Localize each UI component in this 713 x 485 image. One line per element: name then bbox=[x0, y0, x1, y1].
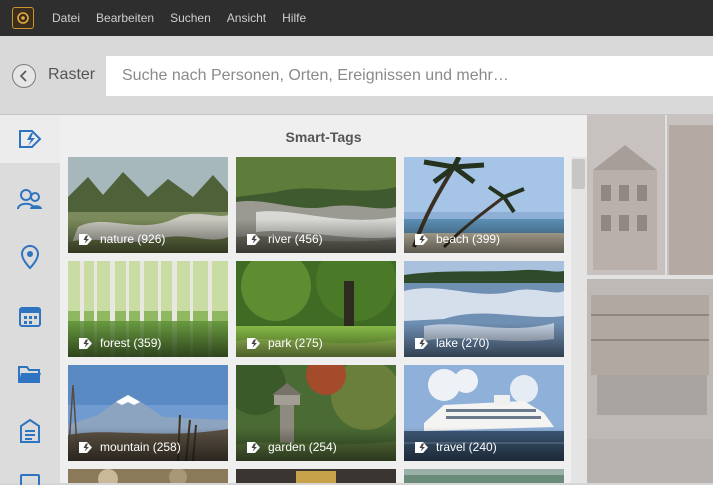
folders-icon[interactable] bbox=[16, 360, 44, 388]
tag-label-park: park (275) bbox=[268, 336, 323, 350]
view-label[interactable]: Raster bbox=[48, 66, 95, 84]
tag-icon bbox=[414, 337, 429, 350]
tag-tile-partial-3[interactable] bbox=[404, 469, 564, 483]
tag-tile-river[interactable]: river (456) bbox=[236, 157, 396, 253]
tag-icon bbox=[246, 337, 261, 350]
tag-icon bbox=[78, 337, 93, 350]
tag-label-lake: lake (270) bbox=[436, 336, 490, 350]
albums-icon[interactable] bbox=[16, 417, 44, 445]
panel-scrollbar[interactable] bbox=[571, 157, 587, 483]
menu-datei[interactable]: Datei bbox=[44, 0, 88, 36]
tag-label-garden: garden (254) bbox=[268, 440, 337, 454]
search-toolbar: Raster bbox=[0, 36, 713, 115]
tag-label-nature: nature (926) bbox=[100, 232, 166, 246]
tag-tile-mountain[interactable]: mountain (258) bbox=[68, 365, 228, 461]
tag-tile-partial-1[interactable] bbox=[68, 469, 228, 483]
tag-icon bbox=[246, 233, 261, 246]
tag-icon bbox=[414, 441, 429, 454]
smart-tags-icon[interactable] bbox=[16, 125, 44, 153]
tag-icon bbox=[78, 233, 93, 246]
back-button[interactable] bbox=[12, 64, 36, 88]
menu-hilfe[interactable]: Hilfe bbox=[274, 0, 314, 36]
tag-label-mountain: mountain (258) bbox=[100, 440, 181, 454]
app-logo-icon bbox=[12, 7, 34, 29]
background-photo-grid bbox=[587, 115, 713, 483]
tag-label-travel: travel (240) bbox=[436, 440, 497, 454]
tag-tile-garden[interactable]: garden (254) bbox=[236, 365, 396, 461]
search-input[interactable] bbox=[106, 56, 713, 96]
tag-tile-nature[interactable]: nature (926) bbox=[68, 157, 228, 253]
tag-tile-travel[interactable]: travel (240) bbox=[404, 365, 564, 461]
smart-tags-panel: Smart-Tags nature (926) river (456) beac… bbox=[60, 115, 587, 483]
panel-title: Smart-Tags bbox=[285, 129, 362, 145]
people-icon[interactable] bbox=[16, 185, 44, 213]
menu-bearbeiten[interactable]: Bearbeiten bbox=[88, 0, 162, 36]
chevron-left-icon bbox=[19, 70, 27, 82]
scrollbar-thumb[interactable] bbox=[572, 159, 585, 189]
tag-tile-beach[interactable]: beach (399) bbox=[404, 157, 564, 253]
menu-suchen[interactable]: Suchen bbox=[162, 0, 219, 36]
tag-icon bbox=[246, 441, 261, 454]
places-icon[interactable] bbox=[16, 243, 44, 271]
tag-label-river: river (456) bbox=[268, 232, 323, 246]
tag-tile-park[interactable]: park (275) bbox=[236, 261, 396, 357]
events-icon[interactable] bbox=[16, 302, 44, 330]
tag-tile-lake[interactable]: lake (270) bbox=[404, 261, 564, 357]
tag-icon bbox=[414, 233, 429, 246]
sidebar bbox=[0, 115, 60, 485]
tag-tile-forest[interactable]: forest (359) bbox=[68, 261, 228, 357]
tag-label-forest: forest (359) bbox=[100, 336, 162, 350]
tag-tile-partial-2[interactable] bbox=[236, 469, 396, 483]
tag-label-beach: beach (399) bbox=[436, 232, 501, 246]
tag-icon bbox=[78, 441, 93, 454]
menu-bar: Datei Bearbeiten Suchen Ansicht Hilfe bbox=[0, 0, 713, 36]
menu-ansicht[interactable]: Ansicht bbox=[219, 0, 274, 36]
